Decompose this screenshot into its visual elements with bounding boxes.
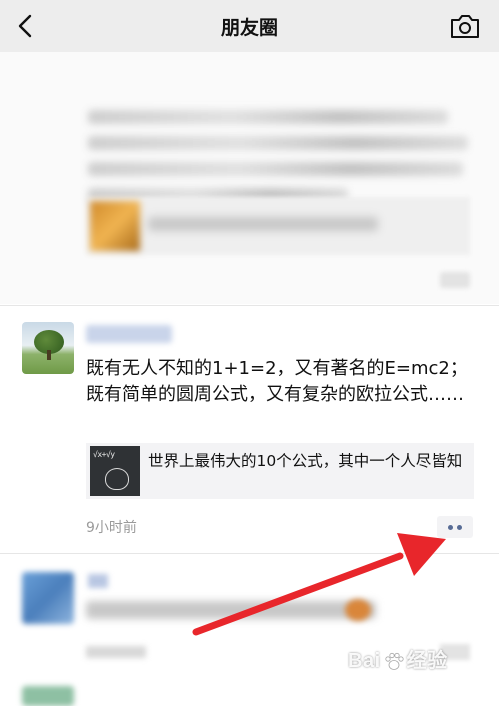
next-post-time-blurred [86,646,146,658]
paw-logo-icon [385,652,404,670]
thumbnail-formula: √x+√y [93,450,115,459]
camera-button[interactable] [448,11,482,41]
next-post-avatar-blurred [22,572,74,624]
navigation-bar: 朋友圈 [0,0,499,52]
post-text: 既有无人不知的1+1=2，又有著名的E=mc2；既有简单的圆周公式，又有复杂的欧… [86,358,468,405]
baidu-jingyan-watermark: Bai 经验 [348,644,448,673]
post-divider [0,553,499,554]
following-post-avatar-blurred [22,686,74,706]
article-thumbnail: √x+√y [90,446,140,496]
cat-doodle-icon [105,468,129,490]
post-divider [0,305,499,306]
blurred-more-button [440,272,470,288]
page-title: 朋友圈 [220,17,278,39]
more-actions-button[interactable] [437,516,473,538]
next-post-name-blurred [88,574,108,588]
more-dots-icon [448,525,453,530]
post-timestamp: 9小时前 [86,520,137,536]
camera-icon [451,15,479,38]
watermark-text-right: 经验 [406,650,448,672]
avatar[interactable] [22,322,74,374]
username-blurred[interactable] [86,325,172,343]
blurred-link-card [86,197,470,255]
more-dots-icon-dot [457,525,462,530]
shared-article-card[interactable]: √x+√y 世界上最伟大的10个公式，其中一个人尽皆知 [86,443,474,499]
next-post-emoji-blurred [345,599,371,621]
article-title: 世界上最伟大的10个公式，其中一个人尽皆知 [148,452,463,470]
watermark-text-left: Bai [348,650,381,672]
next-post-text-blurred [86,601,376,619]
previous-post-blurred [0,52,499,304]
